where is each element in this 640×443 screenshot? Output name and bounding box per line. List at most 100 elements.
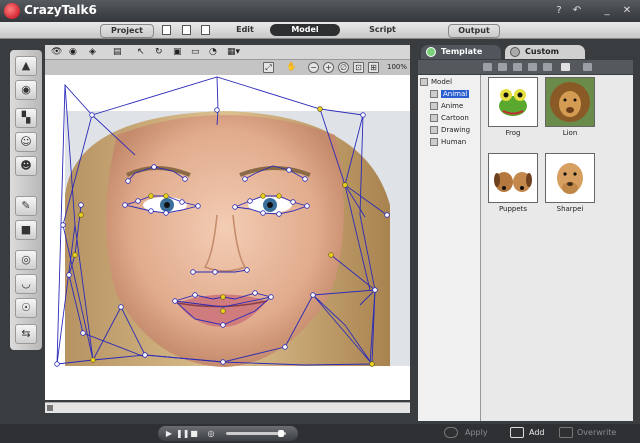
tab-template-label: Template xyxy=(441,47,483,56)
open-file-icon[interactable] xyxy=(182,25,191,35)
timeline-knob[interactable] xyxy=(278,430,284,437)
tab-template[interactable]: Template xyxy=(421,45,501,59)
left-toolbar: ▲ ◉ ▚ ☺ ☻ ✎ ■ ◎ ◡ ☉ ⇆ xyxy=(10,50,42,350)
face-viewport[interactable] xyxy=(45,75,410,400)
tab-edit[interactable]: Edit xyxy=(230,24,260,36)
copy-icon[interactable]: ▣ xyxy=(173,47,182,57)
eye-view-alt-icon[interactable]: ◉ xyxy=(69,47,77,57)
face-orientation-icon[interactable]: ☻ xyxy=(15,156,37,176)
panel-tool-icon[interactable] xyxy=(583,63,592,71)
apply-button[interactable]: Apply xyxy=(465,428,488,437)
thumbnail-puppets[interactable] xyxy=(488,153,538,203)
tree-label: Human xyxy=(441,138,467,146)
view-sub-toolbar: ⤢ ✋ − + ∅ ⊡ ⊞ 100% xyxy=(45,60,410,75)
profile-icon[interactable]: ■ xyxy=(15,220,37,240)
panel-tool-icon[interactable] xyxy=(483,63,492,71)
overwrite-button[interactable]: Overwrite xyxy=(577,428,616,437)
app-title: CrazyTalk6 xyxy=(24,3,97,17)
zoom-in-icon[interactable]: + xyxy=(323,62,334,73)
tree-root-model[interactable]: Model xyxy=(420,77,452,87)
tree-item-human[interactable]: Human xyxy=(430,137,466,147)
panel-tool-icon[interactable] xyxy=(513,63,522,71)
check-icon xyxy=(426,47,436,57)
preview-eye-icon[interactable]: ◔ xyxy=(209,47,217,57)
undo-button[interactable]: ↶ xyxy=(570,4,584,17)
stop-icon[interactable]: ■ xyxy=(189,429,199,438)
background-mask-icon[interactable]: ▚ xyxy=(15,108,37,128)
eye-view-icon[interactable]: 👁 xyxy=(51,47,62,57)
face-fitting-icon[interactable]: ☺ xyxy=(15,132,37,152)
close-button[interactable]: ✕ xyxy=(620,4,634,17)
folder-icon xyxy=(430,102,438,110)
panel-tool-icon[interactable] xyxy=(543,63,552,71)
tree-label: Model xyxy=(431,78,453,86)
thumbnail-lion[interactable] xyxy=(545,77,595,127)
tab-project[interactable]: Project xyxy=(100,24,154,38)
tab-output[interactable]: Output xyxy=(448,24,500,38)
play-icon[interactable]: ▶ xyxy=(164,429,174,438)
actual-size-icon[interactable]: ⊞ xyxy=(368,62,379,73)
thumbnail-frog[interactable] xyxy=(488,77,538,127)
mouth-settings-icon[interactable]: ◡ xyxy=(15,274,37,294)
pan-hand-icon[interactable]: ✋ xyxy=(286,62,297,73)
fit-window-icon[interactable]: ⊡ xyxy=(353,62,364,73)
fit-view-icon[interactable]: ⤢ xyxy=(263,62,274,73)
viewport-scrollbar[interactable] xyxy=(45,402,410,413)
tree-item-animal[interactable]: Animal xyxy=(430,89,470,99)
tab-model[interactable]: Model xyxy=(270,24,340,36)
new-file-icon[interactable] xyxy=(162,25,171,35)
tree-label: Cartoon xyxy=(441,114,469,122)
mirror-icon[interactable]: ⇆ xyxy=(15,324,37,344)
reset-zoom-icon[interactable]: ∅ xyxy=(338,62,349,73)
eye-split-icon[interactable]: ◈ xyxy=(89,47,96,57)
add-button[interactable]: Add xyxy=(529,428,545,437)
save-file-icon[interactable] xyxy=(201,25,210,35)
apply-icon xyxy=(444,427,458,438)
tree-label: Anime xyxy=(441,102,464,110)
eye-settings-icon[interactable]: ◎ xyxy=(15,250,37,270)
panel-tool-icon[interactable] xyxy=(528,63,537,71)
tab-custom[interactable]: Custom xyxy=(505,45,585,59)
thumbnail-label: Lion xyxy=(562,129,578,137)
thumbnail-label: Sharpei xyxy=(556,205,584,213)
timeline-slider[interactable] xyxy=(226,430,286,437)
save-view-icon[interactable]: ▭ xyxy=(191,47,200,57)
playback-controls: ▶ ❚❚ ■ ◎ xyxy=(158,426,298,441)
zoom-out-icon[interactable]: − xyxy=(308,62,319,73)
document-icon[interactable]: ▤ xyxy=(113,47,122,57)
help-button[interactable]: ? xyxy=(552,4,566,17)
frog-thumbnail-icon xyxy=(499,89,527,116)
tab-custom-label: Custom xyxy=(525,47,559,56)
panel-tool-icon[interactable] xyxy=(498,63,507,71)
image-import-icon[interactable]: ▲ xyxy=(15,56,37,76)
add-icon xyxy=(510,427,524,438)
crop-icon[interactable]: ◉ xyxy=(15,80,37,100)
panel-toolbar xyxy=(418,60,633,74)
thumbnail-label: Frog xyxy=(505,129,521,137)
title-bar: CrazyTalk6 ? ↶ _ ✕ xyxy=(0,0,640,22)
camera-dropdown-icon[interactable]: ▦▾ xyxy=(227,47,240,57)
template-panel: Template Custom Model Animal Anime Carto… xyxy=(418,45,633,421)
pause-icon[interactable]: ❚❚ xyxy=(176,429,189,438)
record-icon[interactable]: ◎ xyxy=(206,429,216,438)
face-fitting-canvas[interactable] xyxy=(45,75,410,400)
zoom-level: 100% xyxy=(386,63,407,71)
tree-item-drawing[interactable]: Drawing xyxy=(430,125,470,135)
tree-item-anime[interactable]: Anime xyxy=(430,101,463,111)
thumbnail-view-icon[interactable] xyxy=(561,63,570,71)
viewport-toolbar: 👁 ◉ ◈ ▤ ↖ ↻ ▣ ▭ ◔ ▦▾ xyxy=(45,45,410,60)
pointer-icon[interactable]: ↖ xyxy=(137,47,145,57)
template-thumbnails: Frog Lion Puppets Sharpei xyxy=(481,75,633,421)
minimize-button[interactable]: _ xyxy=(600,4,614,17)
mask-edit-icon[interactable]: ✎ xyxy=(15,196,37,216)
scrollbar-thumb[interactable] xyxy=(47,405,53,411)
rotate-icon[interactable]: ↻ xyxy=(155,47,163,57)
tab-script[interactable]: Script xyxy=(355,24,410,36)
face-settings-icon[interactable]: ☉ xyxy=(15,298,37,318)
folder-icon xyxy=(430,114,438,122)
thumbnail-label: Puppets xyxy=(498,205,528,213)
tree-item-cartoon[interactable]: Cartoon xyxy=(430,113,469,123)
custom-icon xyxy=(510,47,520,57)
overwrite-icon xyxy=(559,427,573,438)
thumbnail-sharpei[interactable] xyxy=(545,153,595,203)
